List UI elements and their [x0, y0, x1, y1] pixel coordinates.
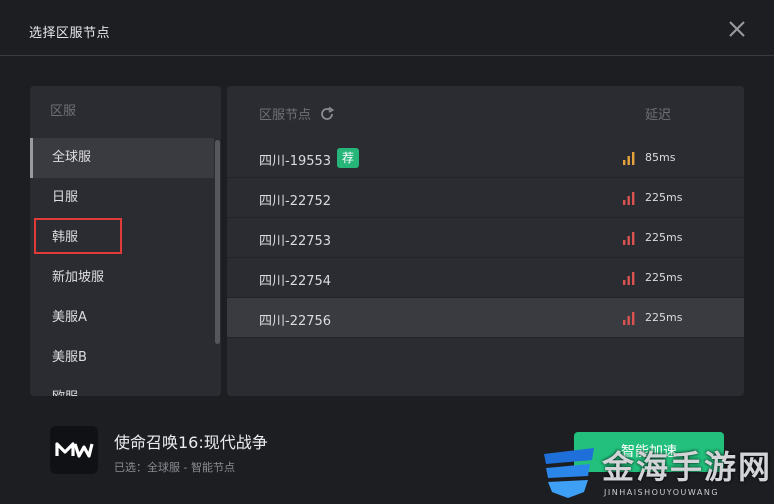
- node-name: 四川-22752: [259, 194, 332, 209]
- node-name: 四川-22753: [259, 234, 332, 249]
- node-panel: 区服节点 延迟 四川-19553 荐 85ms 四川-22752 225ms 四…: [227, 86, 744, 396]
- node-name: 四川-22754: [259, 274, 332, 289]
- region-item-us-a[interactable]: 美服A: [30, 298, 221, 338]
- region-item-label: 美服B: [52, 350, 87, 365]
- dialog-title: 选择区服节点: [29, 26, 111, 41]
- game-icon: [50, 426, 98, 474]
- latency-value: 85ms: [645, 151, 676, 164]
- recommended-badge: 荐: [337, 148, 359, 168]
- region-item-us-b[interactable]: 美服B: [30, 338, 221, 378]
- signal-icon: [623, 232, 635, 245]
- signal-icon: [623, 312, 635, 325]
- region-item-label: 美服A: [52, 310, 87, 325]
- region-header: 区服: [50, 104, 77, 119]
- signal-icon: [623, 192, 635, 205]
- watermark: 金海手游网 JINHAISHOUYOUWANG: [536, 436, 774, 504]
- node-row[interactable]: 四川-22753 225ms: [227, 218, 744, 258]
- latency-value: 225ms: [645, 311, 683, 324]
- region-scrollbar[interactable]: [215, 140, 220, 344]
- node-row[interactable]: 四川-22756 225ms: [227, 298, 744, 338]
- region-item-eu[interactable]: 欧服: [30, 378, 221, 396]
- region-item-japan[interactable]: 日服: [30, 178, 221, 218]
- region-item-label: 新加坡服: [52, 270, 105, 285]
- region-item-label: 欧服: [52, 390, 78, 396]
- game-title: 使命召唤16:现代战争: [114, 433, 268, 452]
- latency-value: 225ms: [645, 271, 683, 284]
- close-icon[interactable]: [724, 16, 750, 42]
- node-name: 四川-22756: [259, 314, 332, 329]
- node-header-label: 区服节点: [259, 108, 312, 123]
- latency-value: 225ms: [645, 231, 683, 244]
- region-list: 全球服 日服 韩服 新加坡服 美服A 美服B 欧服: [30, 138, 221, 396]
- node-header: 区服节点: [259, 104, 335, 123]
- dialog-titlebar: 选择区服节点: [0, 0, 774, 56]
- watermark-text: 金海手游网: [602, 448, 773, 486]
- close-button[interactable]: [724, 16, 750, 42]
- watermark-logo-icon: [544, 448, 594, 498]
- region-item-label: 全球服: [52, 150, 92, 165]
- region-item-global[interactable]: 全球服: [30, 138, 214, 178]
- region-item-label: 日服: [52, 190, 79, 205]
- latency-header: 延迟: [645, 108, 672, 123]
- selected-info: 已选：全球服 - 智能节点: [114, 461, 235, 474]
- game-logo-icon: [55, 442, 94, 458]
- region-item-singapore[interactable]: 新加坡服: [30, 258, 221, 298]
- node-row[interactable]: 四川-22752 225ms: [227, 178, 744, 218]
- highlight-box: [34, 218, 122, 254]
- signal-icon: [623, 152, 635, 165]
- watermark-subtext: JINHAISHOUYOUWANG: [604, 488, 720, 497]
- latency-value: 225ms: [645, 191, 683, 204]
- refresh-icon[interactable]: [319, 106, 335, 122]
- node-list: 四川-19553 荐 85ms 四川-22752 225ms 四川-22753: [227, 138, 744, 338]
- node-row[interactable]: 四川-22754 225ms: [227, 258, 744, 298]
- node-name: 四川-19553: [259, 154, 332, 169]
- node-row[interactable]: 四川-19553 荐 85ms: [227, 138, 744, 178]
- signal-icon: [623, 272, 635, 285]
